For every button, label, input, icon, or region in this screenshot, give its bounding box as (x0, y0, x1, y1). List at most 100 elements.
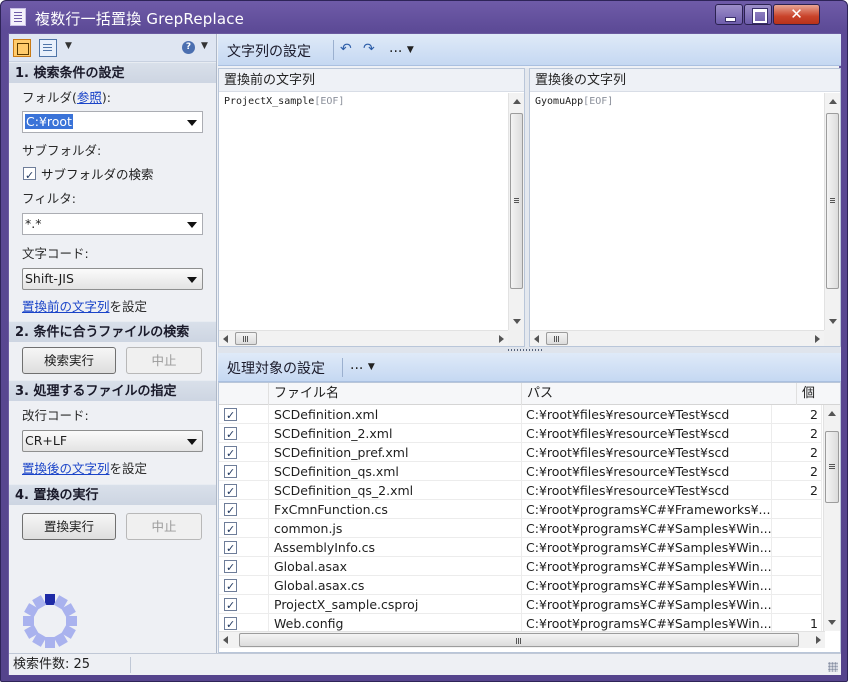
scroll-down-icon[interactable] (828, 620, 836, 625)
scroll-left-icon[interactable] (223, 636, 228, 644)
row-check-cell[interactable] (219, 576, 269, 595)
table-row[interactable]: FxCmnFunction.csC:¥root¥programs¥C#¥Fram… (219, 500, 822, 519)
scroll-thumb[interactable] (239, 633, 799, 647)
subfolder-checkbox-row[interactable]: サブフォルダの検索 (9, 164, 216, 186)
row-checkbox[interactable] (224, 577, 237, 594)
row-check-cell[interactable] (219, 500, 269, 519)
title-bar[interactable]: 複数行一括置換 GrepReplace ✕ (1, 1, 847, 33)
vertical-scrollbar[interactable] (823, 405, 840, 631)
browse-link[interactable]: 参照 (77, 90, 102, 105)
stop-search-button[interactable]: 中止 (126, 347, 202, 374)
help-icon[interactable]: ? (182, 41, 195, 54)
toolbar-separator (342, 358, 343, 377)
table-row[interactable]: SCDefinition_pref.xmlC:¥root¥files¥resou… (219, 443, 822, 462)
scroll-right-icon[interactable] (816, 636, 821, 644)
scroll-down-icon[interactable] (829, 319, 837, 324)
horizontal-scrollbar[interactable] (219, 631, 825, 648)
set-before-link[interactable]: 置換前の文字列 (22, 299, 110, 314)
row-checkbox[interactable] (224, 615, 237, 632)
row-checkbox[interactable] (224, 425, 237, 442)
scroll-up-icon[interactable] (828, 411, 836, 416)
table-row[interactable]: SCDefinition.xmlC:¥root¥files¥resource¥T… (219, 405, 822, 424)
row-check-cell[interactable] (219, 538, 269, 557)
row-checkbox[interactable] (224, 501, 237, 518)
table-row[interactable]: SCDefinition_qs_2.xmlC:¥root¥files¥resou… (219, 481, 822, 500)
undo-icon[interactable]: ↶ (340, 41, 352, 57)
row-checkbox[interactable] (224, 558, 237, 575)
header-path[interactable]: パス (522, 383, 797, 405)
replace-button[interactable]: 置換実行 (22, 513, 116, 540)
row-check-cell[interactable] (219, 519, 269, 538)
document-icon[interactable] (39, 39, 57, 57)
newline-select[interactable]: CR+LF (22, 430, 203, 452)
header-checkbox-column[interactable] (219, 383, 269, 405)
row-checkbox[interactable] (224, 539, 237, 556)
table-row[interactable]: common.jsC:¥root¥programs¥C#¥Samples¥Win… (219, 519, 822, 538)
vertical-scrollbar[interactable] (824, 93, 840, 330)
row-checkbox[interactable] (224, 406, 237, 423)
chevron-down-icon[interactable]: ▼ (201, 41, 208, 51)
scroll-thumb[interactable] (235, 332, 257, 345)
row-checkbox[interactable] (224, 520, 237, 537)
row-check-cell[interactable] (219, 443, 269, 462)
set-after-link[interactable]: 置換後の文字列 (22, 461, 110, 476)
folder-combo[interactable]: C:¥root (22, 111, 203, 133)
filter-combo[interactable]: *.* (22, 213, 203, 235)
minimize-button[interactable] (715, 4, 743, 25)
table-row[interactable]: Global.asaxC:¥root¥programs¥C#¥Samples¥W… (219, 557, 822, 576)
scroll-thumb[interactable] (825, 431, 839, 503)
row-check-cell[interactable] (219, 557, 269, 576)
window-title: 複数行一括置換 GrepReplace (35, 10, 245, 28)
search-button[interactable]: 検索実行 (22, 347, 116, 374)
scroll-thumb[interactable] (510, 113, 523, 289)
subfolder-checkbox[interactable] (23, 165, 36, 186)
redo-icon[interactable]: ↷ (363, 41, 375, 57)
table-row[interactable]: SCDefinition_qs.xmlC:¥root¥files¥resourc… (219, 462, 822, 481)
scroll-up-icon[interactable] (513, 99, 521, 104)
maximize-button[interactable] (744, 4, 772, 25)
table-row[interactable]: SCDefinition_2.xmlC:¥root¥files¥resource… (219, 424, 822, 443)
horizontal-scrollbar[interactable] (530, 330, 824, 346)
more-label: ... (350, 357, 364, 373)
search-count-status: 検索件数: 25 (13, 657, 91, 672)
filename-cell: FxCmnFunction.cs (269, 500, 522, 519)
header-count[interactable]: 個 (797, 383, 840, 405)
left-panel: ▼ ? ▼ 1. 検索条件の設定 フォルダ(参照): C:¥root サブフォル… (9, 34, 217, 653)
scroll-up-icon[interactable] (829, 99, 837, 104)
encoding-value: Shift-JIS (25, 271, 74, 286)
before-text-editor[interactable]: ProjectX_sample[EOF] (219, 92, 524, 111)
after-text-editor[interactable]: GyomuApp[EOF] (530, 92, 840, 111)
close-button[interactable]: ✕ (773, 4, 820, 25)
row-checkbox[interactable] (224, 463, 237, 480)
row-check-cell[interactable] (219, 481, 269, 500)
row-checkbox[interactable] (224, 596, 237, 613)
row-checkbox[interactable] (224, 482, 237, 499)
table-row[interactable]: AssemblyInfo.csC:¥root¥programs¥C#¥Sampl… (219, 538, 822, 557)
encoding-select[interactable]: Shift-JIS (22, 268, 203, 290)
horizontal-scrollbar[interactable] (219, 330, 508, 346)
row-check-cell[interactable] (219, 462, 269, 481)
table-row[interactable]: Global.asax.csC:¥root¥programs¥C#¥Sample… (219, 576, 822, 595)
stop-replace-button[interactable]: 中止 (126, 513, 202, 540)
row-check-cell[interactable] (219, 595, 269, 614)
scroll-right-icon[interactable] (499, 335, 504, 343)
toolbar-separator (333, 40, 334, 60)
row-check-cell[interactable] (219, 405, 269, 424)
scroll-thumb[interactable] (546, 332, 568, 345)
more-menu-button[interactable]: ... ▼ (389, 40, 414, 56)
scroll-left-icon[interactable] (223, 335, 228, 343)
chevron-down-icon[interactable]: ▼ (65, 41, 72, 51)
header-filename[interactable]: ファイル名 (269, 383, 522, 405)
newline-label: 改行コード: (22, 408, 89, 423)
more-menu-button[interactable]: ... ▼ (350, 357, 375, 373)
resize-grip-icon[interactable] (828, 662, 838, 672)
window-layout-icon[interactable] (13, 39, 31, 57)
scroll-right-icon[interactable] (815, 335, 820, 343)
scroll-down-icon[interactable] (513, 319, 521, 324)
table-row[interactable]: ProjectX_sample.csprojC:¥root¥programs¥C… (219, 595, 822, 614)
vertical-scrollbar[interactable] (508, 93, 524, 330)
scroll-thumb[interactable] (826, 113, 839, 289)
scroll-left-icon[interactable] (534, 335, 539, 343)
row-checkbox[interactable] (224, 444, 237, 461)
row-check-cell[interactable] (219, 424, 269, 443)
